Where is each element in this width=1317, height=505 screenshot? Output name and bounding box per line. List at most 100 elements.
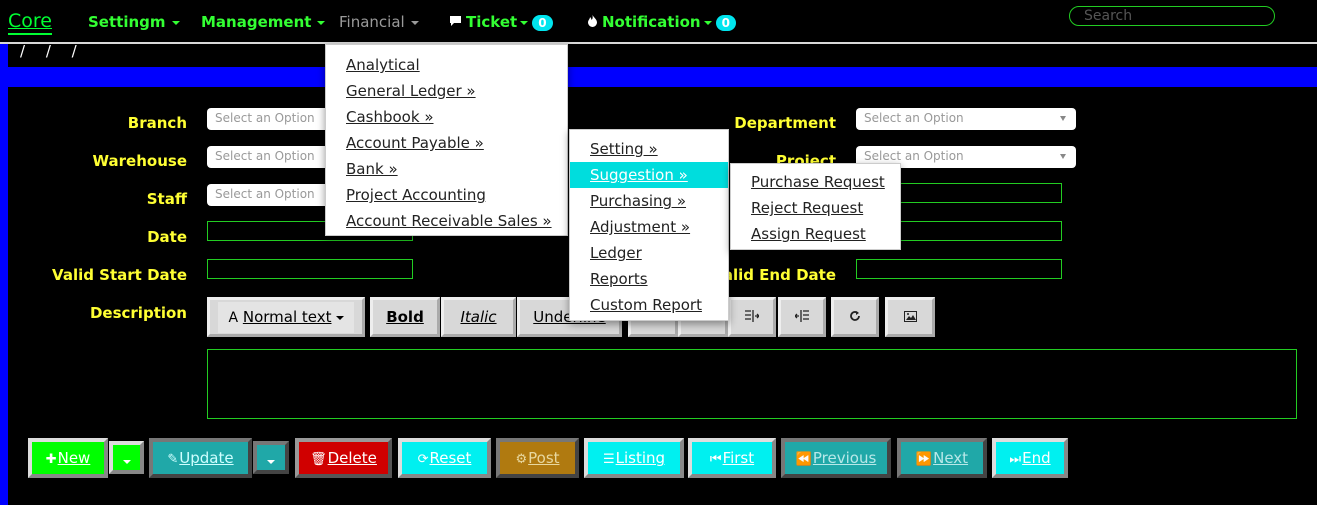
submenu-item-adjustment-label: Adjustment » [590, 218, 691, 236]
refresh-icon: ⟳ [417, 452, 429, 467]
delete-button[interactable]: 🗑Delete [295, 438, 392, 478]
suggestion-item-purchase-request[interactable]: Purchase Request [731, 169, 900, 195]
image-icon [903, 308, 917, 326]
suggestion-item-assign-request[interactable]: Assign Request [731, 221, 900, 247]
chevron-down-icon [335, 315, 344, 320]
first-label: First [722, 449, 755, 467]
bold-button[interactable]: Bold [370, 297, 440, 337]
menu-item-general-ledger-label: General Ledger » [346, 82, 476, 100]
end-button[interactable]: ⏭End [992, 438, 1068, 478]
next-button[interactable]: ⏩Next [897, 438, 987, 478]
chevron-down-icon [410, 20, 419, 25]
image-button[interactable] [885, 297, 935, 337]
warehouse-label: Warehouse [92, 152, 187, 170]
nav-ticket-label: Ticket [466, 13, 518, 31]
menu-item-account-payable[interactable]: Account Payable » [326, 130, 567, 156]
gear-icon: ⚙ [515, 452, 528, 467]
outdent-icon [794, 308, 809, 326]
valid-start-date-input[interactable] [207, 259, 413, 279]
submenu-item-custom-report-label: Custom Report [590, 296, 702, 314]
redo-button[interactable] [831, 297, 879, 337]
menu-item-account-receivable-sales[interactable]: Account Receivable Sales » [326, 208, 567, 234]
submenu-item-ledger[interactable]: Ledger [570, 240, 728, 266]
account-payable-submenu: Setting » Suggestion » Purchasing » Adju… [569, 129, 729, 321]
ticket-count-badge: 0 [532, 14, 553, 31]
new-dropdown-button[interactable] [109, 441, 144, 474]
brand-link[interactable]: Core [8, 10, 52, 35]
submenu-item-custom-report[interactable]: Custom Report [570, 292, 728, 318]
nav-notification-label: Notification [602, 13, 701, 31]
submenu-item-reports[interactable]: Reports [570, 266, 728, 292]
update-dropdown-button[interactable] [253, 441, 289, 474]
chevron-down-icon [317, 20, 326, 25]
menu-item-account-payable-label: Account Payable » [346, 134, 484, 152]
text-style-dropdown[interactable]: A Normal text [207, 297, 365, 337]
text-style-label: Normal text [242, 308, 332, 326]
indent-icon [745, 308, 760, 326]
menu-item-cashbook[interactable]: Cashbook » [326, 104, 567, 130]
nav-ticket[interactable]: Ticket 0 [449, 13, 553, 31]
italic-button[interactable]: Italic [441, 297, 516, 337]
nav-management[interactable]: Management [201, 13, 326, 31]
menu-item-analytical[interactable]: Analytical [326, 52, 567, 78]
chevron-down-icon [520, 20, 529, 25]
listing-label: Listing [615, 449, 666, 467]
suggestion-item-purchase-request-label: Purchase Request [751, 173, 885, 191]
submenu-item-suggestion[interactable]: Suggestion » [570, 162, 728, 188]
nav-financial[interactable]: Financial [339, 13, 419, 31]
menu-item-bank[interactable]: Bank » [326, 156, 567, 182]
new-button[interactable]: ✚New [28, 438, 108, 478]
edit-icon: ✎ [167, 452, 179, 467]
submenu-item-adjustment[interactable]: Adjustment » [570, 214, 728, 240]
post-button[interactable]: ⚙Post [496, 438, 579, 478]
comment-icon [449, 15, 462, 31]
notification-count-badge: 0 [715, 14, 736, 31]
next-icon: ⏩ [915, 452, 933, 467]
previous-label: Previous [812, 449, 877, 467]
first-button[interactable]: ⏮First [688, 438, 776, 478]
valid-end-date-input[interactable] [856, 259, 1062, 279]
submenu-item-reports-label: Reports [590, 270, 648, 288]
menu-item-general-ledger[interactable]: General Ledger » [326, 78, 567, 104]
first-icon: ⏮ [709, 452, 722, 467]
menu-item-project-accounting[interactable]: Project Accounting [326, 182, 567, 208]
navbar: Core Settingm Management Financial Ticke… [0, 0, 1317, 44]
reset-button[interactable]: ⟳Reset [398, 438, 491, 478]
previous-button[interactable]: ⏪Previous [781, 438, 891, 478]
submenu-item-setting-label: Setting » [590, 140, 658, 158]
end-label: End [1022, 449, 1051, 467]
chevron-down-icon [1060, 116, 1066, 121]
submenu-item-purchasing-label: Purchasing » [590, 192, 687, 210]
outdent-button[interactable] [778, 297, 826, 337]
submenu-item-suggestion-label: Suggestion » [590, 166, 688, 184]
update-label: Update [179, 449, 234, 467]
plus-icon: ✚ [45, 452, 57, 467]
submenu-item-setting[interactable]: Setting » [570, 136, 728, 162]
post-label: Post [528, 449, 560, 467]
staff-label: Staff [146, 190, 187, 208]
project-select-placeholder: Select an Option [864, 149, 964, 163]
update-button[interactable]: ✎Update [149, 438, 252, 478]
menu-item-analytical-label: Analytical [346, 56, 420, 74]
chevron-down-icon [171, 20, 180, 25]
search-input[interactable] [1069, 6, 1275, 26]
reset-label: Reset [429, 449, 472, 467]
next-label: Next [933, 449, 969, 467]
nav-notification[interactable]: Notification 0 [587, 13, 736, 31]
valid-start-date-label: Valid Start Date [52, 266, 187, 284]
nav-settingm[interactable]: Settingm [88, 13, 180, 31]
chevron-down-icon [267, 459, 275, 464]
suggestion-item-reject-request-label: Reject Request [751, 199, 864, 217]
trash-icon: 🗑 [310, 452, 327, 467]
submenu-item-purchasing[interactable]: Purchasing » [570, 188, 728, 214]
suggestion-item-reject-request[interactable]: Reject Request [731, 195, 900, 221]
description-editor[interactable] [207, 349, 1297, 419]
department-select[interactable]: Select an Option [856, 108, 1076, 130]
listing-button[interactable]: ☰Listing [584, 438, 684, 478]
text-style-icon: A [228, 310, 239, 326]
previous-icon: ⏪ [795, 452, 812, 467]
indent-button[interactable] [728, 297, 776, 337]
nav-settingm-label: Settingm [88, 13, 166, 31]
menu-item-account-receivable-sales-label: Account Receivable Sales » [346, 212, 552, 230]
blue-header-bar [0, 67, 1317, 87]
